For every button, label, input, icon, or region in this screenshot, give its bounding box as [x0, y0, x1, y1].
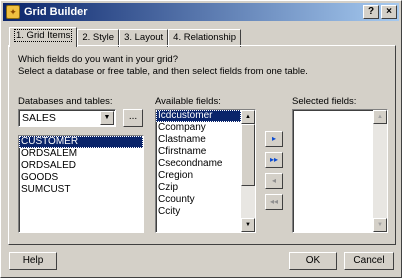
- scroll-up-icon[interactable]: ▲: [373, 110, 387, 124]
- available-fields-label: Available fields:: [155, 96, 221, 107]
- scroll-up-icon[interactable]: ▲: [241, 110, 255, 124]
- list-item[interactable]: Cfirstname: [156, 146, 241, 158]
- scroll-down-icon[interactable]: ▼: [241, 218, 255, 232]
- list-item[interactable]: SUMCUST: [19, 184, 143, 196]
- help-title-button[interactable]: ?: [363, 5, 379, 19]
- list-item[interactable]: Czip: [156, 182, 241, 194]
- window-title: Grid Builder: [24, 6, 88, 18]
- available-fields-scrollbar[interactable]: ▲ ▼: [241, 110, 255, 232]
- list-item[interactable]: GOODS: [19, 172, 143, 184]
- instruction-line-2: Select a database or free table, and the…: [18, 66, 308, 77]
- scroll-thumb[interactable]: [241, 124, 255, 186]
- ok-button[interactable]: OK: [289, 252, 337, 270]
- chevron-down-icon[interactable]: ▼: [100, 111, 114, 125]
- fox-app-icon: ✦: [6, 5, 20, 19]
- help-button[interactable]: Help: [9, 252, 57, 270]
- remove-field-button[interactable]: ◂: [265, 173, 283, 189]
- tables-list[interactable]: CUSTOMER ORDSALEM ORDSALED GOODS SUMCUST: [18, 135, 144, 233]
- tables-items: CUSTOMER ORDSALEM ORDSALED GOODS SUMCUST: [19, 136, 143, 196]
- cancel-button[interactable]: Cancel: [344, 252, 394, 270]
- database-combo-value: SALES: [22, 112, 56, 124]
- selected-fields-label: Selected fields:: [292, 96, 357, 107]
- list-item[interactable]: Ccompany: [156, 122, 241, 134]
- list-item[interactable]: CUSTOMER: [19, 136, 143, 148]
- close-title-button[interactable]: ×: [381, 5, 397, 19]
- title-bar[interactable]: ✦ Grid Builder ? ×: [3, 3, 399, 21]
- list-item[interactable]: Ccounty: [156, 194, 241, 206]
- list-item[interactable]: Icdcustomer: [156, 110, 241, 122]
- remove-all-fields-button[interactable]: ◂◂: [265, 194, 283, 210]
- browse-database-button[interactable]: ...: [123, 109, 143, 127]
- list-item[interactable]: Ccity: [156, 206, 241, 218]
- list-item[interactable]: ORDSALEM: [19, 148, 143, 160]
- databases-label: Databases and tables:: [18, 96, 113, 107]
- tab-strip: 1. Grid Items 2. Style 3. Layout 4. Rela…: [9, 27, 242, 47]
- cancel-button-label: Cancel: [353, 255, 385, 266]
- fields-items: Icdcustomer Ccompany Clastname Cfirstname Cs…: [156, 110, 241, 218]
- grid-builder-window: ✦ Grid Builder ? × 1. Grid Items 2. Styl…: [0, 0, 402, 278]
- available-fields-list[interactable]: Icdcustomer Ccompany Clastname Cfirstname Cs…: [155, 109, 256, 233]
- selected-fields-scrollbar[interactable]: ▲ ▼: [373, 110, 387, 232]
- scroll-down-icon[interactable]: ▼: [373, 218, 387, 232]
- list-item[interactable]: Clastname: [156, 134, 241, 146]
- add-field-button[interactable]: ▸: [265, 131, 283, 147]
- tab-grid-items-label: 1. Grid Items: [14, 29, 73, 42]
- list-item[interactable]: Csecondname: [156, 158, 241, 170]
- database-combo[interactable]: SALES ▼: [18, 109, 116, 127]
- instruction-line-1: Which fields do you want in your grid?: [18, 54, 178, 65]
- list-item[interactable]: ORDSALED: [19, 160, 143, 172]
- selected-fields-list[interactable]: ▲ ▼: [292, 109, 388, 233]
- list-item[interactable]: Cregion: [156, 170, 241, 182]
- tab-grid-items[interactable]: 1. Grid Items: [9, 27, 78, 47]
- ok-button-label: OK: [305, 255, 321, 266]
- add-all-fields-button[interactable]: ▸▸: [265, 152, 283, 168]
- help-button-label: Help: [22, 255, 44, 266]
